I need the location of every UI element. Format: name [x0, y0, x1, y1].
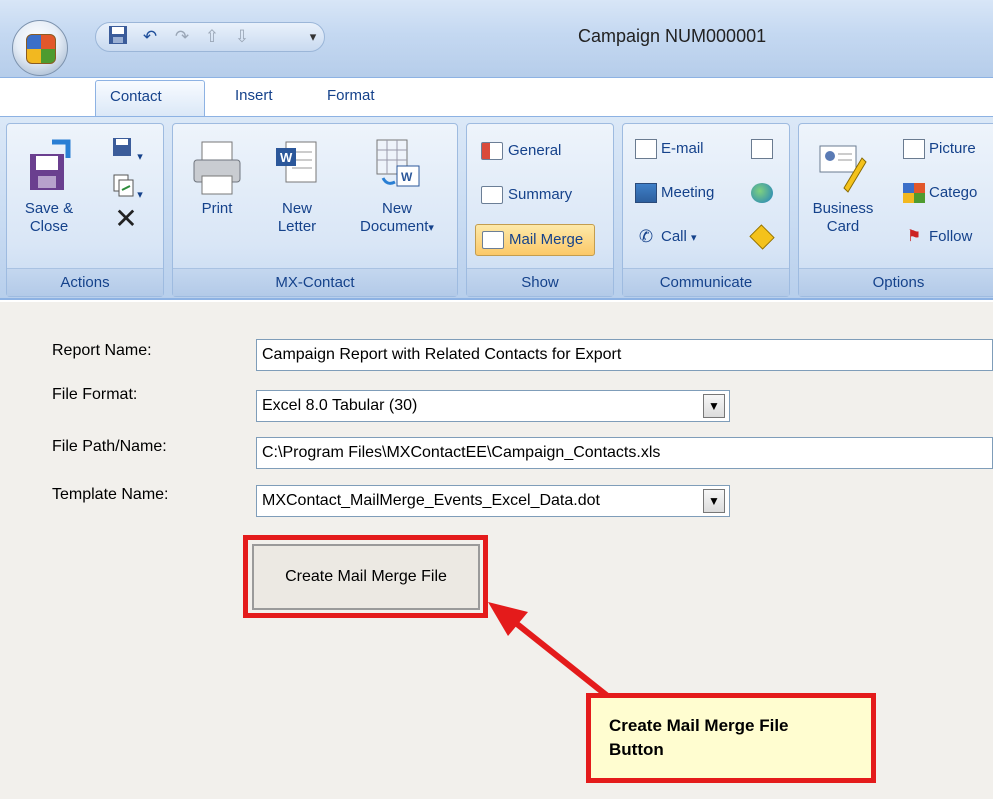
svg-text:W: W — [401, 170, 413, 184]
contact-card-icon — [481, 142, 503, 161]
task-icon — [751, 139, 773, 160]
group-mx-contact: Print W New Letter W New Document▾ MX-Co… — [172, 123, 458, 297]
phone-icon: ✆ — [638, 227, 654, 247]
template-name-select[interactable]: MXContact_MailMerge_Events_Excel_Data.do… — [256, 485, 730, 517]
direction-sign-icon — [749, 224, 775, 250]
show-summary-label: Summary — [508, 186, 573, 203]
follow-label: Follow — [929, 228, 973, 245]
customize-icon[interactable]: ▾ — [301, 25, 325, 49]
follow-up-button[interactable]: ⚑ Follow — [903, 226, 973, 248]
business-card-label-2: Card — [826, 218, 860, 235]
new-document-label-1: New — [381, 200, 412, 217]
title-bar: ↶ ↷ ⇧ ⇩ ▾ Campaign NUM000001 — [0, 0, 993, 78]
copy-icon[interactable]: ▾ — [107, 172, 147, 204]
quick-access-toolbar: ↶ ↷ ⇧ ⇩ ▾ — [95, 22, 325, 52]
group-options: Business Card Picture Catego ⚑ Follow Opt… — [798, 123, 993, 297]
chevron-down-icon[interactable]: ▼ — [703, 489, 725, 513]
save-close-button[interactable]: Save & Close — [17, 138, 81, 236]
new-document-label-2: Document▾ — [360, 218, 434, 235]
undo-icon[interactable]: ↶ — [138, 25, 162, 49]
business-card-button[interactable]: Business Card — [803, 138, 883, 236]
summary-page-icon — [481, 186, 503, 205]
chevron-down-icon[interactable]: ▼ — [703, 394, 725, 418]
word-letter-icon: W — [276, 141, 317, 183]
callout-line-1: Create Mail Merge File — [609, 716, 789, 735]
callout-arrow-icon — [488, 602, 612, 701]
call-label: Call — [661, 228, 687, 245]
print-button[interactable]: Print — [185, 138, 249, 218]
show-mail-merge-button[interactable]: Mail Merge — [475, 224, 595, 256]
printer-icon — [193, 141, 241, 195]
office-logo-icon — [26, 34, 56, 64]
delete-icon[interactable]: ✕ — [111, 205, 141, 233]
redo-icon[interactable]: ↷ — [170, 25, 194, 49]
report-name-field[interactable]: Campaign Report with Related Contacts fo… — [256, 339, 993, 371]
tab-format-text[interactable]: Format Text — [313, 80, 389, 136]
save-close-label-1: Save & — [24, 200, 74, 217]
group-communicate: E-mail Meeting ✆ Call ▾ Communicate — [622, 123, 790, 297]
email-label: E-mail — [661, 140, 704, 157]
tab-contact[interactable]: Contact — [95, 80, 205, 116]
template-name-label: Template Name: — [52, 486, 169, 503]
meeting-icon — [635, 183, 657, 204]
arrow-down-icon[interactable]: ⇩ — [230, 25, 254, 49]
highlight-box — [243, 535, 488, 618]
save-close-icon — [30, 139, 71, 190]
email-icon — [635, 139, 657, 160]
file-format-value: Excel 8.0 Tabular (30) — [262, 397, 418, 414]
arrow-up-icon[interactable]: ⇧ — [200, 25, 224, 49]
new-document-button[interactable]: W New Document▾ — [347, 138, 447, 237]
meeting-label: Meeting — [661, 184, 715, 201]
group-mx-contact-label: MX-Contact — [173, 268, 457, 296]
flag-icon: ⚑ — [906, 228, 922, 246]
categorize-button[interactable]: Catego — [903, 182, 977, 204]
group-show-label: Show — [467, 268, 613, 296]
picture-label: Picture — [929, 140, 976, 157]
group-show: General Summary Mail Merge Show — [466, 123, 614, 297]
file-format-label: File Format: — [52, 386, 138, 403]
business-card-label-1: Business — [812, 200, 874, 217]
word-document-icon: W — [376, 139, 420, 187]
group-options-label: Options — [799, 268, 993, 296]
categorize-label: Catego — [929, 184, 978, 201]
callout-line-2: Button — [609, 740, 664, 759]
globe-icon — [751, 183, 773, 204]
save-close-label-2: Close — [29, 218, 69, 235]
window-title: Campaign NUM000001 — [578, 26, 767, 46]
file-path-field[interactable]: C:\Program Files\MXContactEE\Campaign_Co… — [256, 437, 993, 469]
print-label: Print — [201, 200, 233, 217]
office-button[interactable] — [12, 20, 68, 76]
group-communicate-label: Communicate — [623, 268, 789, 296]
web-page-button[interactable] — [751, 182, 777, 204]
picture-icon — [903, 139, 925, 160]
ribbon: Save & Close ▾ ▾ ✕ Actions Print W New L… — [0, 116, 993, 300]
save-as-icon[interactable]: ▾ — [107, 134, 147, 166]
picture-button[interactable]: Picture — [903, 138, 976, 160]
file-format-select[interactable]: Excel 8.0 Tabular (30) ▼ — [256, 390, 730, 422]
call-button[interactable]: ✆ Call ▾ — [635, 226, 697, 249]
group-actions-label: Actions — [7, 268, 163, 296]
map-button[interactable] — [749, 224, 777, 250]
show-summary-button[interactable]: Summary — [475, 180, 595, 212]
meeting-button[interactable]: Meeting — [635, 182, 714, 204]
group-actions: Save & Close ▾ ▾ ✕ Actions — [6, 123, 164, 297]
new-letter-label-2: Letter — [277, 218, 317, 235]
categorize-icon — [903, 183, 925, 204]
email-button[interactable]: E-mail — [635, 138, 704, 160]
mail-merge-page-icon — [482, 231, 504, 250]
new-letter-button[interactable]: W New Letter — [265, 138, 329, 236]
annotation-callout: Create Mail Merge File Button — [586, 693, 876, 783]
file-path-label: File Path/Name: — [52, 438, 167, 455]
template-name-value: MXContact_MailMerge_Events_Excel_Data.do… — [262, 492, 600, 509]
save-icon[interactable] — [106, 25, 130, 49]
tab-insert[interactable]: Insert — [221, 80, 287, 116]
svg-text:W: W — [280, 150, 293, 165]
report-name-label: Report Name: — [52, 342, 152, 359]
show-general-label: General — [508, 142, 562, 159]
show-general-button[interactable]: General — [475, 136, 595, 168]
business-card-icon — [819, 145, 867, 193]
task-button[interactable] — [751, 138, 777, 160]
new-letter-label-1: New — [281, 200, 312, 217]
show-mail-merge-label: Mail Merge — [509, 231, 584, 248]
